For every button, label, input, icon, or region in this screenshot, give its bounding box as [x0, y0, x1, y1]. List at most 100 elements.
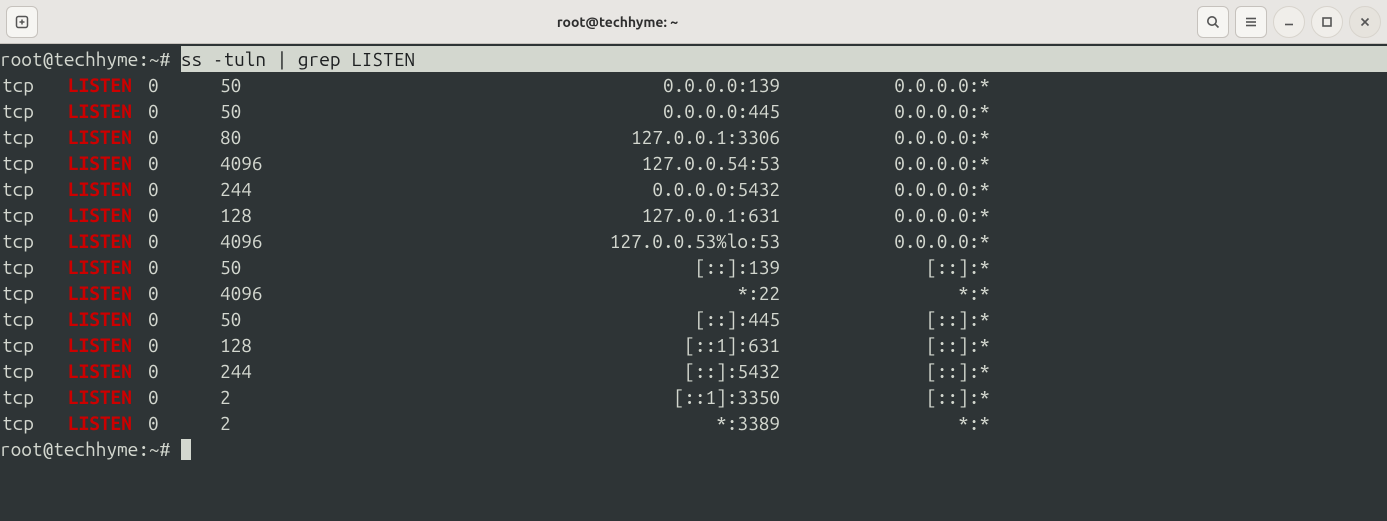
cell-sendq: 50 [220, 72, 400, 98]
prompt: root@techhyme:~# [0, 436, 181, 462]
cell-state: LISTEN [68, 358, 148, 384]
cell-proto: tcp [0, 280, 68, 306]
cell-recvq: 0 [148, 98, 220, 124]
cell-recvq: 0 [148, 72, 220, 98]
cell-proto: tcp [0, 410, 68, 436]
cell-sendq: 4096 [220, 280, 400, 306]
cell-peer: 0.0.0.0:* [780, 98, 990, 124]
cell-peer: 0.0.0.0:* [780, 124, 990, 150]
cell-state: LISTEN [68, 98, 148, 124]
cell-state: LISTEN [68, 280, 148, 306]
cell-recvq: 0 [148, 150, 220, 176]
cell-proto: tcp [0, 150, 68, 176]
prompt-idle[interactable]: root@techhyme:~# [0, 436, 1387, 462]
cell-sendq: 80 [220, 124, 400, 150]
cell-local: 0.0.0.0:5432 [400, 176, 780, 202]
cell-peer: [::]:* [780, 358, 990, 384]
prompt: root@techhyme:~# [0, 46, 181, 72]
cell-recvq: 0 [148, 228, 220, 254]
new-tab-button[interactable] [6, 6, 38, 38]
minimize-button[interactable] [1273, 6, 1305, 38]
cell-local: *:22 [400, 280, 780, 306]
output-row: tcpLISTEN02[::1]:3350[::]:* [0, 384, 1387, 410]
cell-sendq: 128 [220, 202, 400, 228]
cell-local: 0.0.0.0:445 [400, 98, 780, 124]
cell-peer: 0.0.0.0:* [780, 72, 990, 98]
cell-proto: tcp [0, 98, 68, 124]
cell-recvq: 0 [148, 332, 220, 358]
cell-sendq: 50 [220, 98, 400, 124]
cell-proto: tcp [0, 176, 68, 202]
cell-state: LISTEN [68, 202, 148, 228]
terminal-body[interactable]: root@techhyme:~# ss -tuln | grep LISTEN … [0, 44, 1387, 521]
typed-command: ss -tuln | grep LISTEN [181, 46, 1387, 72]
cell-local: [::1]:631 [400, 332, 780, 358]
cell-local: 0.0.0.0:139 [400, 72, 780, 98]
output-row: tcpLISTEN0128127.0.0.1:6310.0.0.0:* [0, 202, 1387, 228]
cell-recvq: 0 [148, 384, 220, 410]
cell-local: *:3389 [400, 410, 780, 436]
maximize-button[interactable] [1311, 6, 1343, 38]
output-row: tcpLISTEN0128[::1]:631[::]:* [0, 332, 1387, 358]
cell-state: LISTEN [68, 124, 148, 150]
cell-local: [::1]:3350 [400, 384, 780, 410]
cell-peer: 0.0.0.0:* [780, 202, 990, 228]
cell-proto: tcp [0, 202, 68, 228]
cell-local: [::]:139 [400, 254, 780, 280]
cell-recvq: 0 [148, 410, 220, 436]
cell-proto: tcp [0, 124, 68, 150]
output-row: tcpLISTEN02440.0.0.0:54320.0.0.0:* [0, 176, 1387, 202]
cell-state: LISTEN [68, 176, 148, 202]
close-button[interactable] [1349, 6, 1381, 38]
cell-proto: tcp [0, 228, 68, 254]
cell-peer: *:* [780, 410, 990, 436]
cell-proto: tcp [0, 306, 68, 332]
output-row: tcpLISTEN04096127.0.0.53%lo:530.0.0.0:* [0, 228, 1387, 254]
cell-recvq: 0 [148, 176, 220, 202]
cell-recvq: 0 [148, 202, 220, 228]
cell-recvq: 0 [148, 280, 220, 306]
cell-local: 127.0.0.53%lo:53 [400, 228, 780, 254]
output-row: tcpLISTEN050[::]:139[::]:* [0, 254, 1387, 280]
minimize-icon [1281, 14, 1297, 30]
cell-proto: tcp [0, 384, 68, 410]
cell-sendq: 2 [220, 384, 400, 410]
output-row: tcpLISTEN04096127.0.0.54:530.0.0.0:* [0, 150, 1387, 176]
cell-peer: 0.0.0.0:* [780, 228, 990, 254]
cell-state: LISTEN [68, 72, 148, 98]
cell-local: 127.0.0.1:3306 [400, 124, 780, 150]
cell-peer: [::]:* [780, 254, 990, 280]
window-title: root@techhyme: ~ [38, 14, 1197, 30]
cell-recvq: 0 [148, 254, 220, 280]
cell-sendq: 50 [220, 306, 400, 332]
cell-local: [::]:5432 [400, 358, 780, 384]
cell-sendq: 50 [220, 254, 400, 280]
cell-sendq: 244 [220, 358, 400, 384]
cell-recvq: 0 [148, 306, 220, 332]
output-row: tcpLISTEN080127.0.0.1:33060.0.0.0:* [0, 124, 1387, 150]
hamburger-icon [1243, 14, 1259, 30]
cell-local: 127.0.0.1:631 [400, 202, 780, 228]
search-button[interactable] [1197, 6, 1229, 38]
cell-sendq: 4096 [220, 228, 400, 254]
output-rows: tcpLISTEN0500.0.0.0:1390.0.0.0:*tcpLISTE… [0, 72, 1387, 436]
cell-proto: tcp [0, 254, 68, 280]
cell-state: LISTEN [68, 384, 148, 410]
cell-state: LISTEN [68, 150, 148, 176]
cell-sendq: 244 [220, 176, 400, 202]
cell-state: LISTEN [68, 332, 148, 358]
cell-sendq: 128 [220, 332, 400, 358]
cell-proto: tcp [0, 72, 68, 98]
menu-button[interactable] [1235, 6, 1267, 38]
titlebar: root@techhyme: ~ [0, 0, 1387, 44]
output-row: tcpLISTEN0500.0.0.0:4450.0.0.0:* [0, 98, 1387, 124]
new-tab-icon [14, 14, 30, 30]
cell-proto: tcp [0, 332, 68, 358]
output-row: tcpLISTEN050[::]:445[::]:* [0, 306, 1387, 332]
cell-sendq: 2 [220, 410, 400, 436]
cell-peer: [::]:* [780, 306, 990, 332]
cell-recvq: 0 [148, 358, 220, 384]
cell-state: LISTEN [68, 254, 148, 280]
cell-peer: *:* [780, 280, 990, 306]
command-line: root@techhyme:~# ss -tuln | grep LISTEN [0, 46, 1387, 72]
